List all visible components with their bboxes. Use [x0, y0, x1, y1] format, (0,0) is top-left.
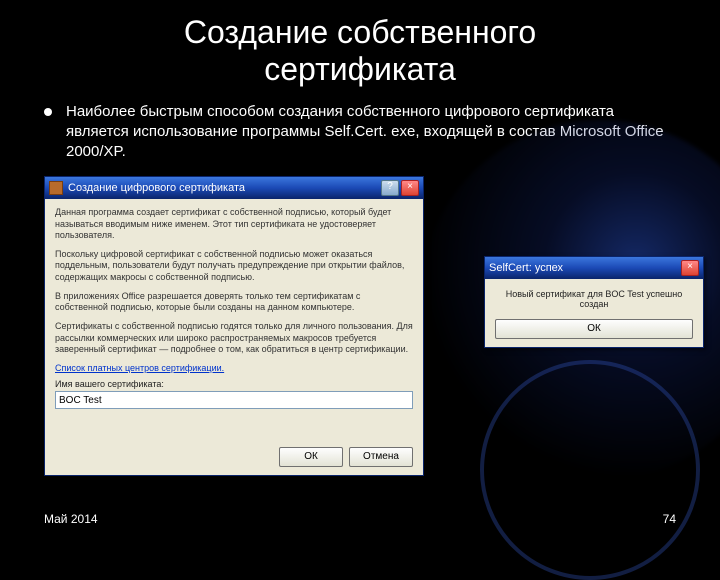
create-certificate-dialog: Создание цифрового сертификата ? × Данна…	[44, 176, 424, 476]
dialog-title: Создание цифрового сертификата	[68, 182, 381, 194]
bullet-item: Наиболее быстрым способом создания собст…	[0, 88, 720, 171]
cancel-button[interactable]: Отмена	[349, 447, 413, 467]
cert-authorities-link[interactable]: Список платных центров сертификации.	[55, 363, 224, 373]
success-title: SelfCert: успех	[489, 262, 681, 274]
close-button[interactable]: ×	[681, 260, 699, 276]
bullet-icon	[44, 108, 52, 116]
slide-footer: Май 2014 74	[0, 512, 720, 526]
paragraph-2: Поскольку цифровой сертификат с собствен…	[55, 249, 413, 283]
footer-date: Май 2014	[44, 512, 98, 526]
app-icon	[49, 181, 63, 195]
success-message: Новый сертификат для BOC Test успешно со…	[495, 289, 693, 309]
title-line-2: сертификата	[264, 51, 456, 87]
ok-button[interactable]: ОК	[279, 447, 343, 467]
ok-button[interactable]: ОК	[495, 319, 693, 339]
paragraph-3: В приложениях Office разрешается доверят…	[55, 291, 413, 314]
cert-name-label: Имя вашего сертификата:	[55, 379, 413, 389]
screenshots-area: Создание цифрового сертификата ? × Данна…	[44, 176, 676, 476]
cert-name-input[interactable]	[55, 391, 413, 409]
selfcert-success-dialog: SelfCert: успех × Новый сертификат для B…	[484, 256, 704, 348]
paragraph-4: Сертификаты с собственной подписью годят…	[55, 321, 413, 355]
footer-page-number: 74	[663, 512, 676, 526]
dialog-body: Данная программа создает сертификат с со…	[45, 199, 423, 417]
paragraph-1: Данная программа создает сертификат с со…	[55, 207, 413, 241]
close-button[interactable]: ×	[401, 180, 419, 196]
success-titlebar[interactable]: SelfCert: успех ×	[485, 257, 703, 279]
help-button[interactable]: ?	[381, 180, 399, 196]
slide-title: Создание собственного сертификата	[0, 0, 720, 88]
dialog-titlebar[interactable]: Создание цифрового сертификата ? ×	[45, 177, 423, 199]
bullet-text: Наиболее быстрым способом создания собст…	[66, 102, 676, 163]
title-line-1: Создание собственного	[184, 14, 536, 50]
